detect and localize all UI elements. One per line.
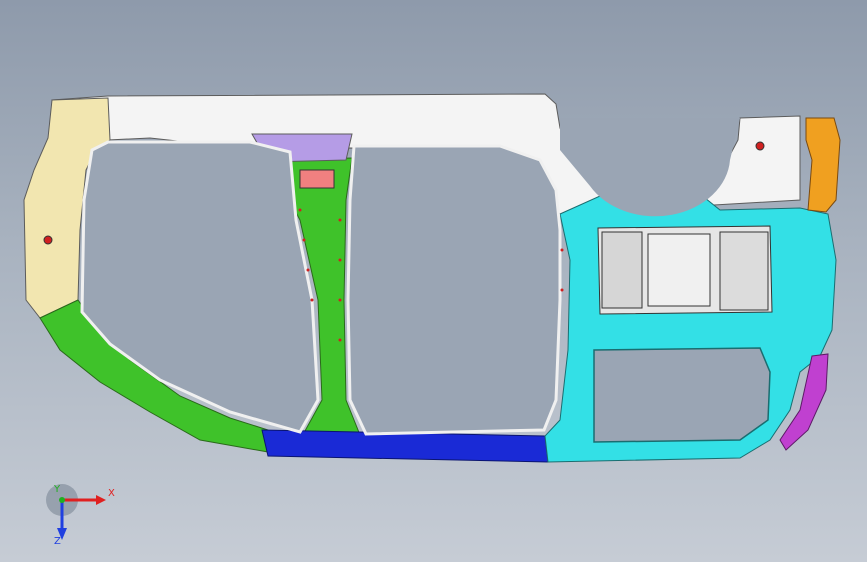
rear-opening-1 xyxy=(601,231,643,309)
rear-opening-2 xyxy=(647,233,711,307)
x-axis-arrow xyxy=(96,495,106,505)
rear-bracket[interactable] xyxy=(805,117,841,213)
front-pillar-marker xyxy=(43,235,53,245)
y-axis-dot xyxy=(59,497,65,503)
rocker-panel[interactable] xyxy=(261,429,549,463)
z-axis-label: Z xyxy=(54,536,61,547)
side-panel-model[interactable] xyxy=(0,0,867,562)
y-axis-label: Y xyxy=(53,484,61,495)
rear-bracket-marker xyxy=(755,141,765,151)
coordinate-triad: X Y Z xyxy=(46,484,115,547)
rear-opening-3 xyxy=(719,231,769,311)
b-pillar-label-patch xyxy=(299,169,335,189)
rear-door-opening xyxy=(346,144,562,436)
rear-lower-opening xyxy=(593,347,771,443)
cad-viewport[interactable]: X Y Z xyxy=(0,0,867,562)
x-axis-label: X xyxy=(108,488,115,499)
